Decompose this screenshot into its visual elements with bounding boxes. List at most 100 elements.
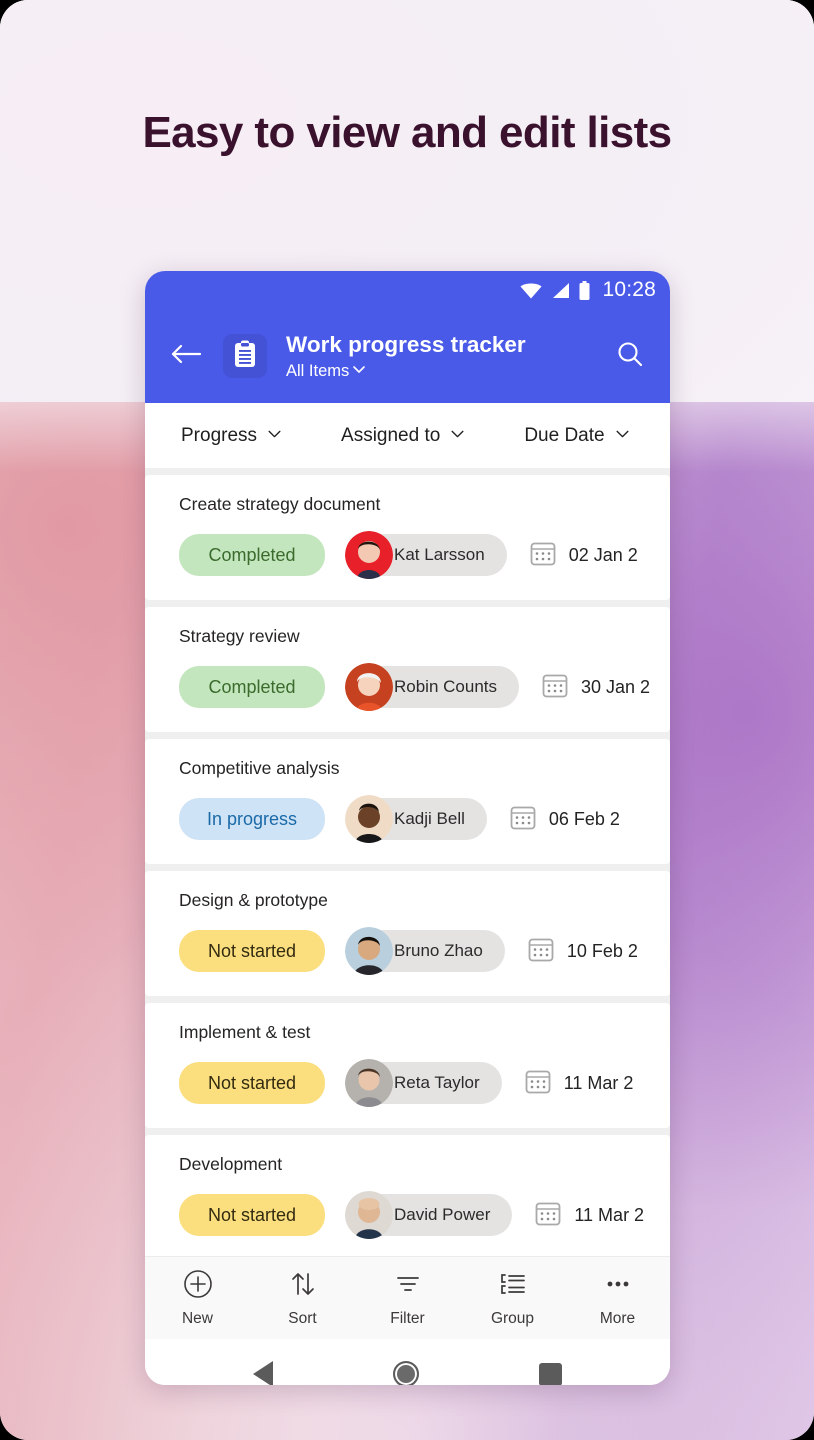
due-date-text: 10 Feb 2 bbox=[566, 940, 638, 961]
table-row[interactable]: Competitive analysis In progress Kadji B… bbox=[145, 739, 670, 864]
group-list-icon bbox=[498, 1269, 528, 1304]
clipboard-icon bbox=[233, 340, 257, 373]
column-header-label: Due Date bbox=[524, 424, 605, 446]
back-button[interactable] bbox=[169, 339, 203, 373]
due-date-cell[interactable]: 10 Feb 2 bbox=[528, 936, 638, 967]
list-avatar bbox=[223, 334, 267, 378]
avatar bbox=[345, 663, 393, 711]
due-date-text: 06 Feb 2 bbox=[548, 808, 620, 829]
command-group[interactable]: Group bbox=[460, 1269, 565, 1328]
task-title: Implement & test bbox=[179, 1022, 311, 1042]
due-date-text: 11 Mar 2 bbox=[563, 1072, 634, 1093]
status-badge[interactable]: Completed bbox=[179, 666, 325, 708]
assignee-name: Reta Taylor bbox=[394, 1073, 480, 1092]
task-title: Strategy review bbox=[179, 626, 300, 646]
command-more[interactable]: More bbox=[565, 1269, 670, 1328]
list-title: Work progress tracker bbox=[286, 331, 526, 357]
table-row[interactable]: Design & prototype Not started Bruno Zha… bbox=[145, 871, 670, 996]
assignee-name: Bruno Zhao bbox=[394, 941, 483, 960]
battery-icon bbox=[579, 280, 590, 300]
list-items[interactable]: Create strategy document Completed Kat L… bbox=[145, 469, 670, 1256]
avatar bbox=[345, 531, 393, 579]
android-recents-icon[interactable] bbox=[539, 1362, 562, 1385]
row-cells: Not started Bruno Zhao 10 Feb 2 bbox=[179, 927, 670, 975]
status-badge[interactable]: Not started bbox=[179, 930, 325, 972]
wifi-icon bbox=[520, 282, 542, 299]
task-title: Competitive analysis bbox=[179, 758, 340, 778]
column-header-assigned-to[interactable]: Assigned to bbox=[341, 425, 466, 447]
view-name-label: All Items bbox=[286, 362, 350, 380]
command-filter[interactable]: Filter bbox=[355, 1269, 460, 1328]
command-sort[interactable]: Sort bbox=[250, 1269, 355, 1328]
cellular-signal-icon bbox=[551, 282, 570, 299]
assignee-name: Kadji Bell bbox=[394, 809, 465, 828]
avatar bbox=[345, 1059, 393, 1107]
calendar-icon bbox=[525, 1068, 551, 1099]
due-date-text: 30 Jan 2 bbox=[581, 676, 651, 697]
back-arrow-icon bbox=[170, 342, 202, 371]
assignee-name: Robin Counts bbox=[394, 677, 498, 696]
filter-icon bbox=[393, 1269, 423, 1304]
status-bar: 10:28 bbox=[145, 271, 670, 309]
row-cells: Not started Reta Taylor 11 Mar 2 bbox=[179, 1059, 670, 1107]
due-date-cell[interactable]: 11 Mar 2 bbox=[535, 1200, 644, 1231]
column-header-progress[interactable]: Progress bbox=[181, 425, 283, 447]
chevron-down-icon bbox=[449, 425, 466, 447]
assignee-chip[interactable]: Kat Larsson bbox=[345, 531, 507, 579]
avatar bbox=[345, 795, 393, 843]
plus-circle-icon bbox=[183, 1269, 213, 1304]
chevron-down-icon bbox=[351, 361, 367, 382]
due-date-cell[interactable]: 30 Jan 2 bbox=[542, 672, 650, 703]
table-row[interactable]: Create strategy document Completed Kat L… bbox=[145, 475, 670, 600]
page-title: Easy to view and edit lists bbox=[142, 108, 672, 157]
task-title: Design & prototype bbox=[179, 890, 328, 910]
row-cells: Not started David Power 11 Mar 2 bbox=[179, 1191, 670, 1239]
assignee-chip[interactable]: Bruno Zhao bbox=[345, 927, 505, 975]
view-selector[interactable]: All Items bbox=[286, 361, 604, 382]
android-home-icon[interactable] bbox=[393, 1361, 419, 1385]
table-row[interactable]: Implement & test Not started Reta Taylor… bbox=[145, 1003, 670, 1128]
column-header-due-date[interactable]: Due Date bbox=[524, 425, 630, 447]
avatar bbox=[345, 927, 393, 975]
row-cells: In progress Kadji Bell 06 Feb 2 bbox=[179, 795, 670, 843]
assignee-name: Kat Larsson bbox=[394, 545, 485, 564]
search-icon bbox=[615, 339, 645, 374]
ellipsis-icon bbox=[603, 1269, 633, 1304]
due-date-cell[interactable]: 11 Mar 2 bbox=[525, 1068, 634, 1099]
status-badge[interactable]: Not started bbox=[179, 1062, 325, 1104]
command-label: More bbox=[599, 1309, 636, 1327]
task-title: Development bbox=[179, 1154, 283, 1174]
row-cells: Completed Kat Larsson 02 Jan 2 bbox=[179, 531, 670, 579]
android-back-icon[interactable] bbox=[253, 1361, 273, 1385]
search-button[interactable] bbox=[612, 338, 648, 374]
android-nav-bar bbox=[145, 1339, 670, 1385]
status-badge[interactable]: Not started bbox=[179, 1194, 325, 1236]
command-label: Sort bbox=[288, 1309, 317, 1327]
column-header-label: Assigned to bbox=[341, 424, 441, 446]
assignee-chip[interactable]: David Power bbox=[345, 1191, 513, 1239]
command-new[interactable]: New bbox=[145, 1269, 250, 1328]
status-badge[interactable]: In progress bbox=[179, 798, 325, 840]
calendar-icon bbox=[530, 540, 556, 571]
phone-screen: 10:28 Work progress tracker All Items Pr… bbox=[145, 271, 670, 1385]
avatar bbox=[345, 1191, 393, 1239]
calendar-icon bbox=[542, 672, 568, 703]
status-bar-clock: 10:28 bbox=[602, 278, 656, 301]
assignee-chip[interactable]: Kadji Bell bbox=[345, 795, 487, 843]
assignee-chip[interactable]: Robin Counts bbox=[345, 663, 520, 711]
due-date-text: 11 Mar 2 bbox=[574, 1204, 645, 1225]
assignee-name: David Power bbox=[394, 1205, 491, 1224]
due-date-cell[interactable]: 06 Feb 2 bbox=[510, 804, 620, 835]
table-row[interactable]: Development Not started David Power 11 M… bbox=[145, 1135, 670, 1256]
command-label: Filter bbox=[390, 1309, 425, 1327]
sort-arrows-icon bbox=[288, 1269, 318, 1304]
calendar-icon bbox=[528, 936, 554, 967]
status-badge[interactable]: Completed bbox=[179, 534, 325, 576]
table-row[interactable]: Strategy review Completed Robin Counts 3… bbox=[145, 607, 670, 732]
calendar-icon bbox=[510, 804, 536, 835]
assignee-chip[interactable]: Reta Taylor bbox=[345, 1059, 502, 1107]
row-cells: Completed Robin Counts 30 Jan 2 bbox=[179, 663, 670, 711]
chevron-down-icon bbox=[614, 425, 631, 447]
app-bar-titles: Work progress tracker All Items bbox=[286, 331, 604, 382]
due-date-cell[interactable]: 02 Jan 2 bbox=[530, 540, 638, 571]
